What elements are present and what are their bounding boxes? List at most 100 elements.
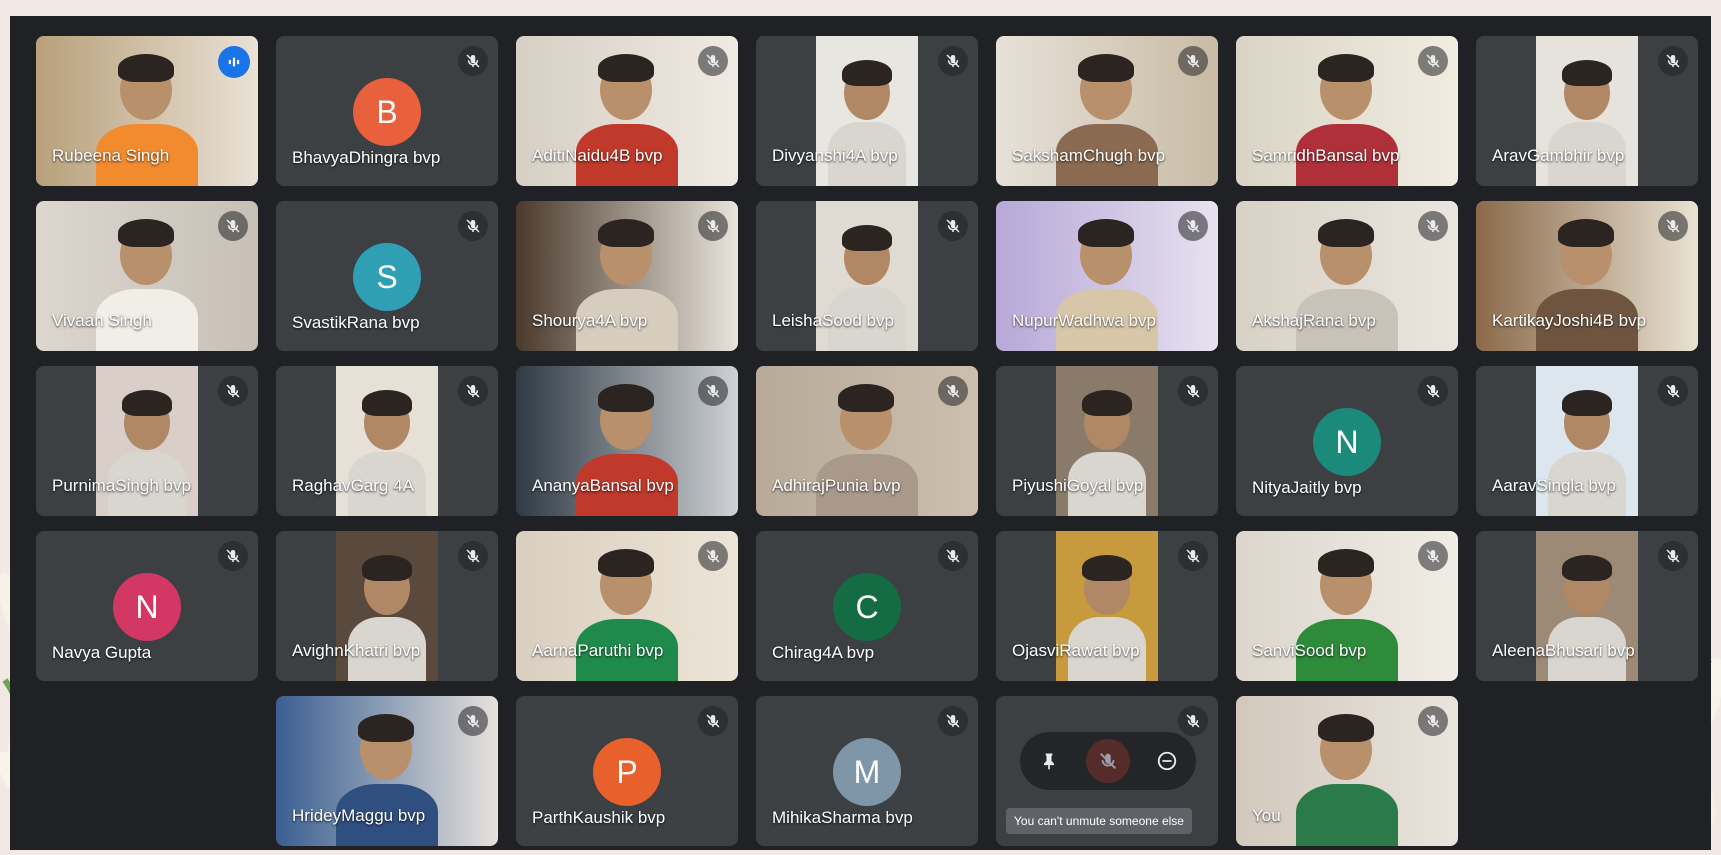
mic-off-icon — [1426, 384, 1440, 398]
participant-tile-bhavyadhingra-bvp[interactable]: B BhavyaDhingra bvp — [276, 36, 498, 186]
participant-tile-samridhbansal-bvp[interactable]: SamridhBansal bvp — [1236, 36, 1458, 186]
participant-tile-parthkaushik-bvp[interactable]: P ParthKaushik bvp — [516, 696, 738, 846]
participant-tile-hovered[interactable]: You can't unmute someone else — [996, 696, 1218, 846]
mic-off-icon — [706, 714, 720, 728]
mic-off-icon — [1666, 549, 1680, 563]
muted-indicator — [1658, 376, 1688, 406]
muted-indicator — [1658, 46, 1688, 76]
avatar: P — [593, 738, 661, 806]
mic-off-icon — [1426, 54, 1440, 68]
participant-name: OjasviRawat bvp — [1012, 641, 1140, 660]
participant-name: SanviSood bvp — [1252, 641, 1367, 660]
avatar: S — [353, 243, 421, 311]
muted-indicator — [458, 541, 488, 571]
participant-tile-divyanshi4a-bvp[interactable]: Divyanshi4A bvp — [756, 36, 978, 186]
muted-indicator — [1658, 211, 1688, 241]
mute-participant-button[interactable] — [1085, 739, 1130, 783]
participant-tile-aditinaidu4b-bvp[interactable]: AditiNaidu4B bvp — [516, 36, 738, 186]
participant-tile-ananyabansal-bvp[interactable]: AnanyaBansal bvp — [516, 366, 738, 516]
participant-name: SvastikRana bvp — [292, 313, 420, 332]
participant-tile-nityajaitly-bvp[interactable]: N NityaJaitly bvp — [1236, 366, 1458, 516]
participant-name: PiyushiGoyal bvp — [1012, 476, 1144, 495]
participant-tile-you[interactable]: You — [1236, 696, 1458, 846]
participant-name: AditiNaidu4B bvp — [532, 146, 663, 165]
remove-participant-button[interactable] — [1145, 739, 1189, 783]
participant-tile-hrideymaggu-bvp[interactable]: HrideyMaggu bvp — [276, 696, 498, 846]
participant-tile-leishasood-bvp[interactable]: LeishaSood bvp — [756, 201, 978, 351]
participant-tile-mihikasharma-bvp[interactable]: M MihikaSharma bvp — [756, 696, 978, 846]
participant-name: AleenaBhusari bvp — [1492, 641, 1635, 660]
mic-off-icon — [1666, 219, 1680, 233]
muted-indicator — [1418, 541, 1448, 571]
mic-off-icon — [1186, 219, 1200, 233]
mic-off-icon — [1426, 549, 1440, 563]
participant-tile-adhirajpunia-bvp[interactable]: AdhirajPunia bvp — [756, 366, 978, 516]
participant-tile-akshajrana-bvp[interactable]: AkshajRana bvp — [1236, 201, 1458, 351]
muted-indicator — [698, 706, 728, 736]
participant-tile-aravgambhir-bvp[interactable]: AravGambhir bvp — [1476, 36, 1698, 186]
mic-off-icon — [946, 54, 960, 68]
mic-off-icon — [1666, 54, 1680, 68]
mic-off-icon — [946, 219, 960, 233]
participant-tile-raghavgarg-4a[interactable]: RaghavGarg 4A — [276, 366, 498, 516]
mic-off-icon — [466, 714, 480, 728]
muted-indicator — [1178, 211, 1208, 241]
participant-name: RaghavGarg 4A — [292, 476, 414, 495]
participant-tile-avighnkhatri-bvp[interactable]: AvighnKhatri bvp — [276, 531, 498, 681]
muted-indicator — [938, 46, 968, 76]
participant-tile-shourya4a-bvp[interactable]: Shourya4A bvp — [516, 201, 738, 351]
mic-off-icon — [1186, 54, 1200, 68]
muted-indicator — [218, 541, 248, 571]
participant-name: You — [1252, 806, 1281, 825]
participant-name: AaravSingla bvp — [1492, 476, 1616, 495]
participant-tile-chirag4a-bvp[interactable]: C Chirag4A bvp — [756, 531, 978, 681]
speaking-indicator — [218, 46, 250, 78]
participant-tile-navya-gupta[interactable]: N Navya Gupta — [36, 531, 258, 681]
muted-indicator — [1418, 211, 1448, 241]
participant-tile-vivaan-singh[interactable]: Vivaan Singh — [36, 201, 258, 351]
muted-indicator — [458, 376, 488, 406]
participant-tile-piyushigoyal-bvp[interactable]: PiyushiGoyal bvp — [996, 366, 1218, 516]
muted-indicator — [458, 46, 488, 76]
mic-off-icon — [706, 54, 720, 68]
pin-icon — [1044, 753, 1055, 770]
mic-off-icon — [706, 384, 720, 398]
mic-off-icon — [1186, 384, 1200, 398]
participant-tile-sakshamchugh-bvp[interactable]: SakshamChugh bvp — [996, 36, 1218, 186]
muted-indicator — [218, 376, 248, 406]
participant-tile-kartikayjoshi4b-bvp[interactable]: KartikayJoshi4B bvp — [1476, 201, 1698, 351]
mic-off-icon — [1666, 384, 1680, 398]
avatar: N — [1313, 408, 1381, 476]
participant-tile-aarnaparuthi-bvp[interactable]: AarnaParuthi bvp — [516, 531, 738, 681]
avatar: N — [113, 573, 181, 641]
mic-off-icon — [1426, 219, 1440, 233]
participant-name: AnanyaBansal bvp — [532, 476, 674, 495]
muted-indicator — [938, 211, 968, 241]
participant-name: MihikaSharma bvp — [772, 808, 913, 827]
muted-indicator — [1178, 541, 1208, 571]
avatar: B — [353, 78, 421, 146]
mic-off-icon — [1186, 549, 1200, 563]
participant-hover-controls — [1020, 732, 1196, 790]
muted-indicator — [698, 376, 728, 406]
muted-indicator — [698, 46, 728, 76]
muted-indicator — [698, 541, 728, 571]
participant-name: AravGambhir bvp — [1492, 146, 1625, 165]
mic-off-icon — [226, 384, 240, 398]
mic-off-icon — [706, 219, 720, 233]
participant-tile-purnimasingh-bvp[interactable]: PurnimaSingh bvp — [36, 366, 258, 516]
muted-indicator — [1418, 46, 1448, 76]
participant-tile-svastikrana-bvp[interactable]: S SvastikRana bvp — [276, 201, 498, 351]
pin-button[interactable] — [1027, 739, 1071, 783]
participant-tile-rubeena-singh[interactable]: Rubeena Singh — [36, 36, 258, 186]
participant-tile-aaravsingla-bvp[interactable]: AaravSingla bvp — [1476, 366, 1698, 516]
mic-off-icon — [946, 549, 960, 563]
participant-tile-nupurwadhwa-bvp[interactable]: NupurWadhwa bvp — [996, 201, 1218, 351]
meet-grid: Rubeena Singh B BhavyaDhingra bvp AditiNai… — [10, 16, 1711, 850]
mic-off-icon — [466, 219, 480, 233]
participant-name: AarnaParuthi bvp — [532, 641, 664, 660]
participant-tile-ojasvirawat-bvp[interactable]: OjasviRawat bvp — [996, 531, 1218, 681]
participant-tile-sanvisood-bvp[interactable]: SanviSood bvp — [1236, 531, 1458, 681]
participant-tile-aleenabhusari-bvp[interactable]: AleenaBhusari bvp — [1476, 531, 1698, 681]
mic-off-icon — [1186, 714, 1200, 728]
